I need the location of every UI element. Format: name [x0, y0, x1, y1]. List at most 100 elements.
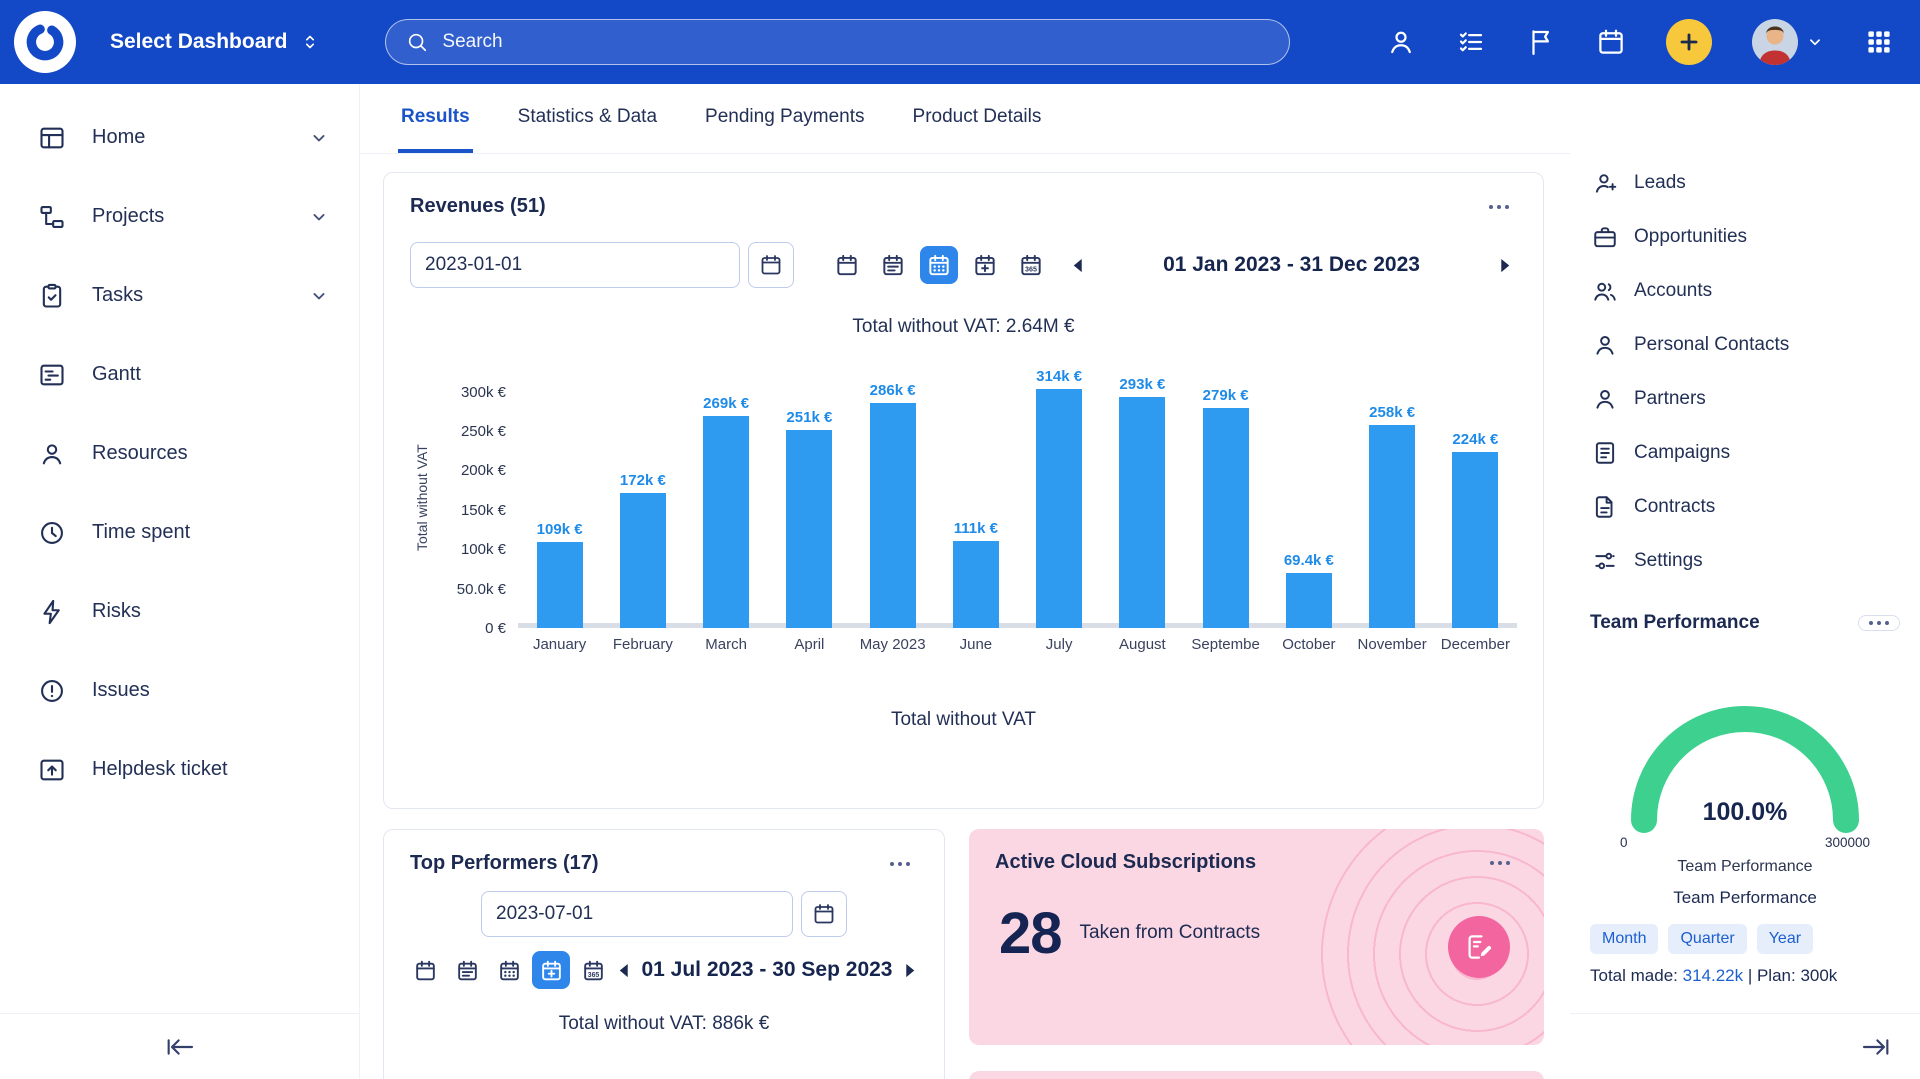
helpdesk-icon: [38, 756, 66, 784]
mode-day-icon[interactable]: [406, 951, 444, 989]
panel-item-accounts[interactable]: Accounts: [1570, 264, 1920, 318]
top-performers-date-input[interactable]: [481, 891, 793, 937]
panel-item-label: Campaigns: [1634, 442, 1730, 464]
dashboard-selector[interactable]: Select Dashboard: [110, 30, 321, 54]
next-period-arrow[interactable]: [1494, 253, 1517, 278]
revenue-bar[interactable]: [1036, 389, 1082, 628]
panel-item-settings[interactable]: Settings: [1570, 534, 1920, 588]
mode-quarter-icon[interactable]: [532, 951, 570, 989]
app-logo[interactable]: [14, 11, 76, 73]
search-input[interactable]: [442, 31, 1269, 53]
period-month-button[interactable]: Month: [1590, 924, 1658, 954]
revenues-kebab-menu[interactable]: [1481, 197, 1517, 217]
tab-pending-payments[interactable]: Pending Payments: [702, 84, 868, 153]
sidebar-item-home[interactable]: Home: [0, 98, 359, 177]
dashboard-selector-label: Select Dashboard: [110, 30, 287, 54]
svg-text:365: 365: [1025, 266, 1037, 274]
previous-period-arrow[interactable]: [612, 958, 635, 983]
search-bar[interactable]: [385, 19, 1290, 65]
sidebar-item-label: Issues: [92, 679, 150, 702]
panel-item-opportunities[interactable]: Opportunities: [1570, 210, 1920, 264]
panel-item-campaigns[interactable]: Campaigns: [1570, 426, 1920, 480]
mode-month-icon[interactable]: [920, 246, 958, 284]
revenues-datepicker-button[interactable]: [748, 242, 794, 288]
team-performance-kebab-menu[interactable]: [1858, 615, 1900, 631]
topbar-actions: [1386, 19, 1894, 65]
bar-column: 269k €: [685, 368, 768, 628]
expand-panel-icon[interactable]: [1860, 1031, 1892, 1063]
mode-year-icon[interactable]: 365: [574, 951, 612, 989]
chevron-down-icon[interactable]: [309, 128, 329, 148]
sidebar-item-label: Time spent: [92, 521, 190, 544]
revenue-bar[interactable]: [953, 541, 999, 628]
chevron-down-icon[interactable]: [309, 286, 329, 306]
sidebar-item-tasks[interactable]: Tasks: [0, 256, 359, 335]
partner-person-icon: [1592, 386, 1618, 412]
dashboard-content: Revenues (51) 365: [360, 154, 1570, 1079]
tab-product-details[interactable]: Product Details: [910, 84, 1045, 153]
subscriptions-kebab-menu[interactable]: [1482, 853, 1518, 873]
revenue-bar[interactable]: [1203, 408, 1249, 628]
top-performers-kebab-menu[interactable]: [882, 854, 918, 874]
clock-icon: [38, 519, 66, 547]
bar-value-label: 172k €: [620, 472, 666, 489]
previous-period-arrow[interactable]: [1066, 253, 1089, 278]
revenues-total: Total without VAT: 2.64M €: [384, 316, 1543, 338]
mode-week-icon[interactable]: [448, 951, 486, 989]
team-performance-gauge: 100.0%: [1620, 698, 1870, 833]
calendar-icon[interactable]: [1596, 27, 1626, 57]
revenues-title: Revenues (51): [410, 195, 546, 218]
panel-item-contracts[interactable]: Contracts: [1570, 480, 1920, 534]
apps-grid-icon[interactable]: [1864, 27, 1894, 57]
period-quarter-button[interactable]: Quarter: [1668, 924, 1746, 954]
mode-week-icon[interactable]: [874, 246, 912, 284]
panel-item-leads[interactable]: Leads: [1570, 156, 1920, 210]
panel-item-partners[interactable]: Partners: [1570, 372, 1920, 426]
user-menu[interactable]: [1752, 19, 1824, 65]
revenue-bar[interactable]: [786, 430, 832, 628]
panel-item-personal-contacts[interactable]: Personal Contacts: [1570, 318, 1920, 372]
checklist-icon[interactable]: [1456, 27, 1486, 57]
top-performers-datepicker-button[interactable]: [801, 891, 847, 937]
sidebar-item-helpdesk-ticket[interactable]: Helpdesk ticket: [0, 730, 359, 809]
revenue-bar[interactable]: [703, 416, 749, 628]
sidebar-item-gantt[interactable]: Gantt: [0, 335, 359, 414]
contract-edit-button[interactable]: [1448, 916, 1510, 978]
total-made-link[interactable]: 314.22k: [1683, 966, 1744, 985]
revenues-date-input[interactable]: [410, 242, 740, 288]
profile-icon[interactable]: [1386, 27, 1416, 57]
bar-value-label: 293k €: [1119, 376, 1165, 393]
gauge-max: 300000: [1825, 835, 1870, 850]
sidebar-item-projects[interactable]: Projects: [0, 177, 359, 256]
revenue-bar[interactable]: [1452, 452, 1498, 628]
mode-year-icon[interactable]: 365: [1012, 246, 1050, 284]
total-made-suffix: | Plan: 300k: [1743, 966, 1837, 985]
period-year-button[interactable]: Year: [1757, 924, 1813, 954]
tab-statistics-data[interactable]: Statistics & Data: [515, 84, 660, 153]
sidebar-item-time-spent[interactable]: Time spent: [0, 493, 359, 572]
revenue-bar[interactable]: [620, 493, 666, 629]
revenue-bar[interactable]: [1286, 573, 1332, 628]
sidebar-item-risks[interactable]: Risks: [0, 572, 359, 651]
briefcase-icon: [1592, 224, 1618, 250]
revenue-bar[interactable]: [1119, 397, 1165, 628]
sidebar-item-issues[interactable]: Issues: [0, 651, 359, 730]
chevron-down-icon[interactable]: [309, 207, 329, 227]
next-period-arrow[interactable]: [899, 958, 922, 983]
flag-icon[interactable]: [1526, 27, 1556, 57]
sidebar-item-label: Home: [92, 126, 145, 149]
mode-month-icon[interactable]: [490, 951, 528, 989]
tab-results[interactable]: Results: [398, 84, 473, 153]
revenue-bar[interactable]: [537, 542, 583, 628]
sidebar-item-resources[interactable]: Resources: [0, 414, 359, 493]
add-button[interactable]: [1666, 19, 1712, 65]
document-lines-icon: [1592, 440, 1618, 466]
collapse-sidebar-icon[interactable]: [164, 1031, 196, 1063]
revenue-bar[interactable]: [1369, 425, 1415, 628]
page-tabs: Results Statistics & Data Pending Paymen…: [360, 84, 1570, 154]
mode-custom-icon[interactable]: [966, 246, 1004, 284]
mode-day-icon[interactable]: [828, 246, 866, 284]
revenue-bar[interactable]: [870, 403, 916, 628]
y-axis-title: Total without VAT: [410, 368, 434, 628]
bar-column: 279k €: [1184, 368, 1267, 628]
